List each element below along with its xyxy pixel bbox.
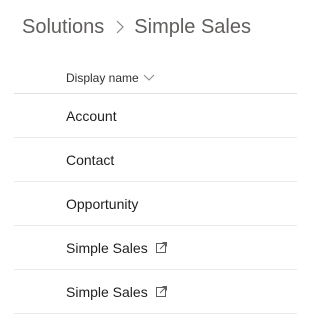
table-row-contact[interactable]: Contact bbox=[14, 138, 297, 182]
breadcrumb-solutions-link[interactable]: Solutions bbox=[22, 16, 104, 39]
open-in-new-window-icon[interactable] bbox=[155, 286, 167, 297]
breadcrumb-current: Simple Sales bbox=[134, 15, 251, 38]
components-grid: Display name Account Contact Opportunity… bbox=[14, 62, 297, 314]
table-row-opportunity[interactable]: Opportunity bbox=[14, 182, 297, 226]
row-label[interactable]: Opportunity bbox=[66, 196, 138, 212]
row-label[interactable]: Account bbox=[66, 108, 117, 124]
chevron-down-icon bbox=[143, 74, 155, 82]
table-row-simple-sales-2[interactable]: Simple Sales bbox=[14, 270, 297, 314]
row-label[interactable]: Simple Sales bbox=[66, 284, 148, 300]
table-row-simple-sales-1[interactable]: Simple Sales bbox=[14, 226, 297, 270]
open-in-new-window-icon[interactable] bbox=[155, 242, 167, 253]
column-header-display-name[interactable]: Display name bbox=[14, 62, 297, 94]
chevron-right-icon bbox=[116, 20, 125, 34]
breadcrumb: Solutions Simple Sales bbox=[22, 14, 251, 40]
table-row-account[interactable]: Account bbox=[14, 94, 297, 138]
column-header-label: Display name bbox=[66, 70, 139, 85]
row-label[interactable]: Simple Sales bbox=[66, 240, 148, 256]
row-label[interactable]: Contact bbox=[66, 152, 114, 168]
